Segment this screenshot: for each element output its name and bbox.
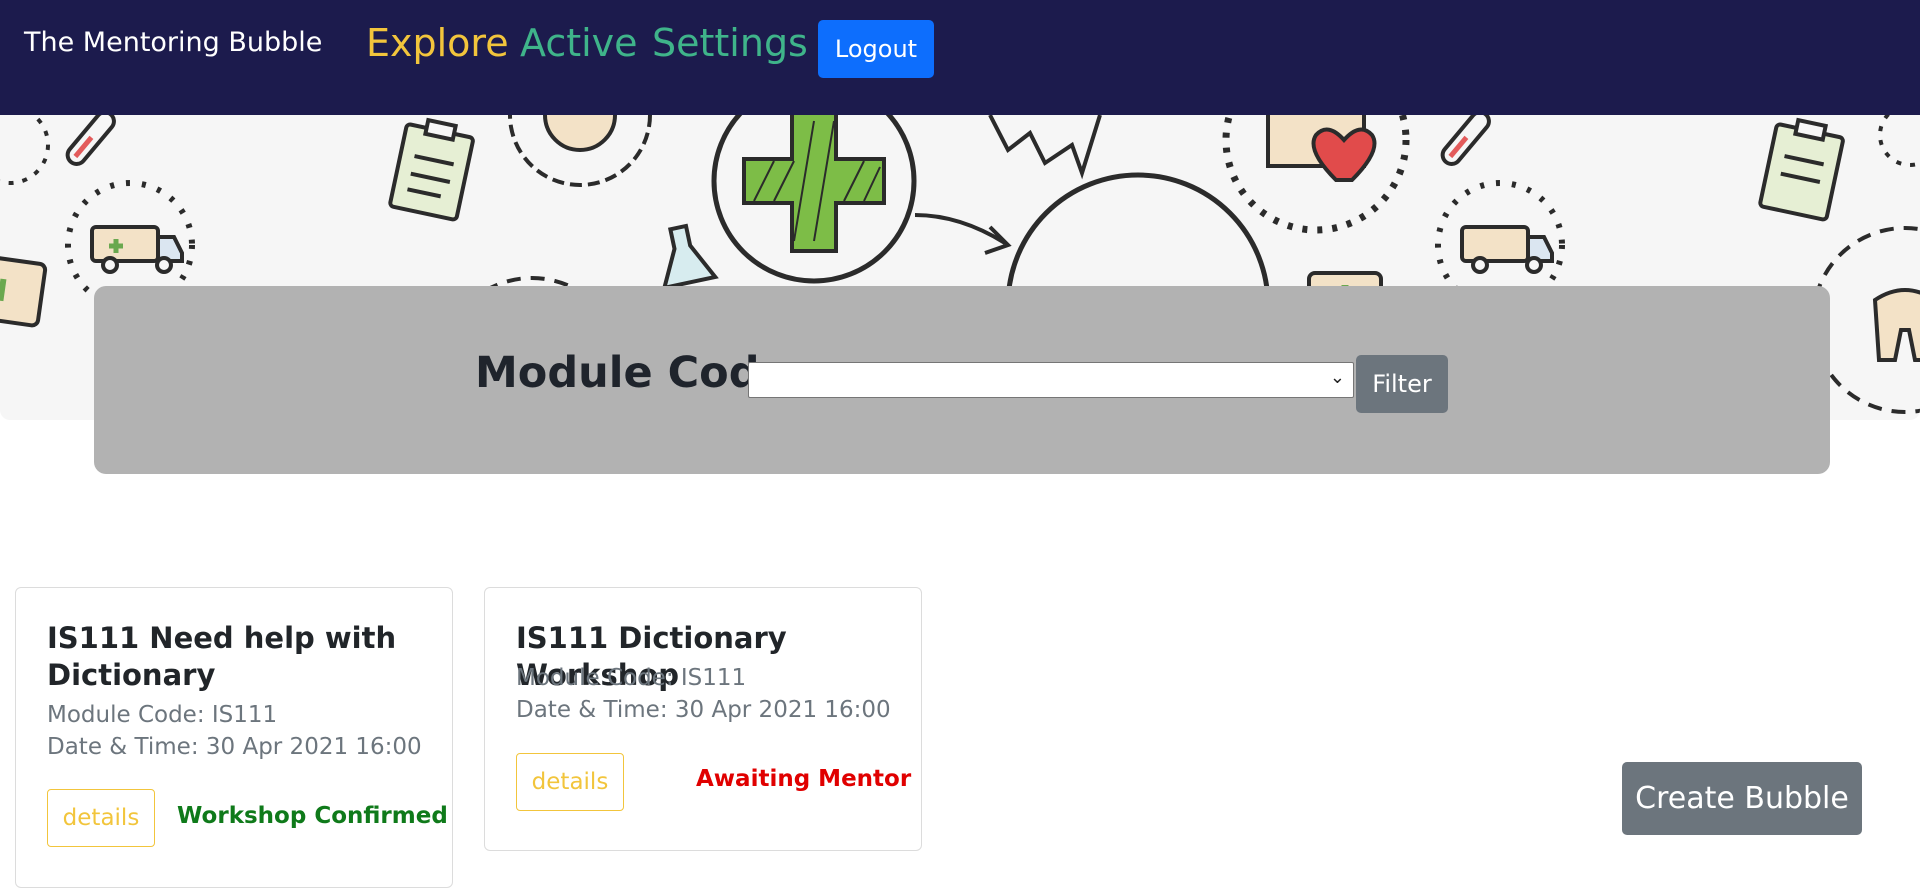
first-aid-kit-icon xyxy=(0,254,48,328)
bubble-card: IS111 Need help with Dictionary Module C… xyxy=(15,587,453,888)
bubble-module-code: Module Code: IS111 xyxy=(516,665,747,691)
status-badge: Workshop Confirmed xyxy=(177,803,448,829)
badge-icon xyxy=(508,115,652,187)
medical-cross-icon xyxy=(711,115,917,284)
details-button[interactable]: details xyxy=(516,753,624,811)
nav-settings-link[interactable]: Settings xyxy=(652,21,808,65)
create-bubble-button[interactable]: Create Bubble xyxy=(1622,762,1862,835)
chevron-down-icon: ⌄ xyxy=(1329,367,1345,388)
filter-button[interactable]: Filter xyxy=(1356,355,1448,413)
bubble-card: IS111 Dictionary Workshop Module Code: I… xyxy=(484,587,922,851)
clipboard-icon xyxy=(388,117,475,222)
filter-panel: Module Code: ⌄ Filter xyxy=(94,286,1830,474)
brand-title[interactable]: The Mentoring Bubble xyxy=(24,27,322,58)
nav-active-link[interactable]: Active xyxy=(520,21,638,65)
logout-button[interactable]: Logout xyxy=(818,20,934,78)
bubble-datetime: Date & Time: 30 Apr 2021 16:00 xyxy=(516,697,891,723)
status-badge: Awaiting Mentor xyxy=(696,766,912,792)
thermometer-icon xyxy=(65,115,116,166)
bubble-title: IS111 Need help with Dictionary xyxy=(47,621,397,692)
module-code-select[interactable]: ⌄ xyxy=(748,362,1354,398)
bubble-datetime: Date & Time: 30 Apr 2021 16:00 xyxy=(47,734,422,760)
details-button[interactable]: details xyxy=(47,789,155,847)
top-navbar: The Mentoring Bubble Explore Active Sett… xyxy=(0,0,1920,115)
nav-explore-link[interactable]: Explore xyxy=(366,21,509,65)
page: The Mentoring Bubble Explore Active Sett… xyxy=(0,0,1920,893)
flask-icon xyxy=(661,223,719,291)
heart-icon xyxy=(1222,115,1410,234)
bubble-module-code: Module Code: IS111 xyxy=(47,702,278,728)
